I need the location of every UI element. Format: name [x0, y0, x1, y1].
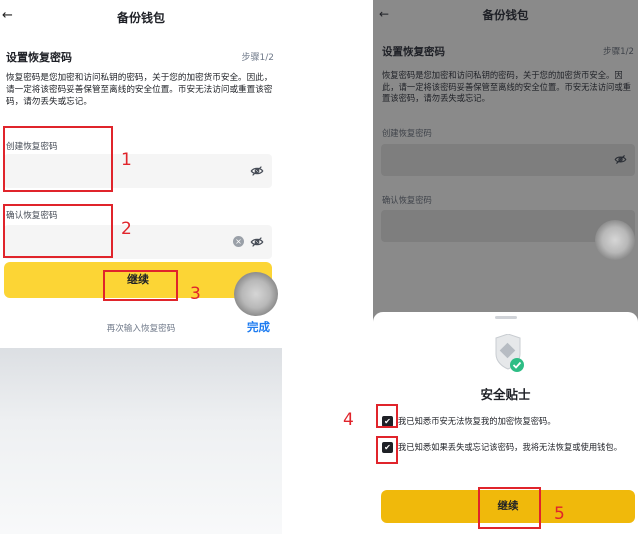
keyboard-toolbar: 再次输入恢复密码 完成 [0, 308, 282, 348]
eye-off-icon[interactable] [250, 235, 264, 249]
left-screen: ← 备份钱包 设置恢复密码 步骤1/2 恢复密码是您加密和访问私钥的密码，关于您… [0, 0, 282, 534]
annotation-box-5 [478, 487, 541, 529]
annotation-number-4: 4 [343, 410, 354, 430]
sheet-title: 安全贴士 [480, 387, 531, 402]
annotation-number-3: 3 [190, 284, 201, 304]
description-text: 恢复密码是您加密和访问私钥的密码，关于您的加密货币安全。因此，请一定将该密码妥善… [6, 73, 273, 107]
section-title: 设置恢复密码 [6, 51, 72, 64]
page-title: 备份钱包 [482, 8, 529, 22]
annotation-box-2 [3, 204, 113, 258]
page-title: 备份钱包 [116, 11, 165, 25]
touch-indicator [595, 220, 635, 260]
shield-check-icon [495, 334, 524, 372]
annotation-number-1: 1 [121, 150, 132, 170]
step-indicator: 步骤1/2 [602, 47, 634, 57]
section-title: 设置恢复密码 [382, 46, 445, 58]
confirm-password-label: 确认恢复密码 [382, 195, 432, 205]
step-indicator: 步骤1/2 [241, 53, 275, 63]
done-button[interactable]: 完成 [247, 319, 270, 335]
annotation-number-5: 5 [554, 504, 565, 524]
annotation-box-4b [376, 436, 398, 464]
create-password-label: 创建恢复密码 [382, 128, 432, 138]
keyboard-area [0, 348, 282, 534]
sheet-handle[interactable] [495, 316, 517, 319]
description-text: 恢复密码是您加密和访问私钥的密码，关于您的加密货币安全。因此，请一定将该密码妥善… [382, 70, 631, 103]
eye-off-icon[interactable] [250, 164, 264, 178]
clear-icon[interactable]: × [233, 236, 244, 247]
touch-indicator [234, 272, 278, 316]
right-screen: ← 备份钱包 设置恢复密码 步骤1/2 恢复密码是您加密和访问私钥的密码，关于您… [373, 0, 638, 534]
annotation-box-1 [3, 126, 113, 192]
eye-off-icon[interactable] [614, 153, 627, 166]
annotation-number-2: 2 [121, 219, 132, 239]
annotation-box-4a [376, 404, 398, 428]
keyboard-hint: 再次输入恢复密码 [106, 324, 176, 334]
annotation-box-3 [103, 270, 178, 301]
checkbox-label-1: 我已知悉币安无法恢复我的加密恢复密码。 [398, 416, 556, 426]
screenshot-composite: ← 备份钱包 设置恢复密码 步骤1/2 恢复密码是您加密和访问私钥的密码，关于您… [0, 0, 638, 534]
checkbox-label-2: 我已知悉如果丢失或忘记该密码，我将无法恢复或使用钱包。 [398, 442, 623, 452]
create-password-input[interactable] [381, 144, 635, 176]
